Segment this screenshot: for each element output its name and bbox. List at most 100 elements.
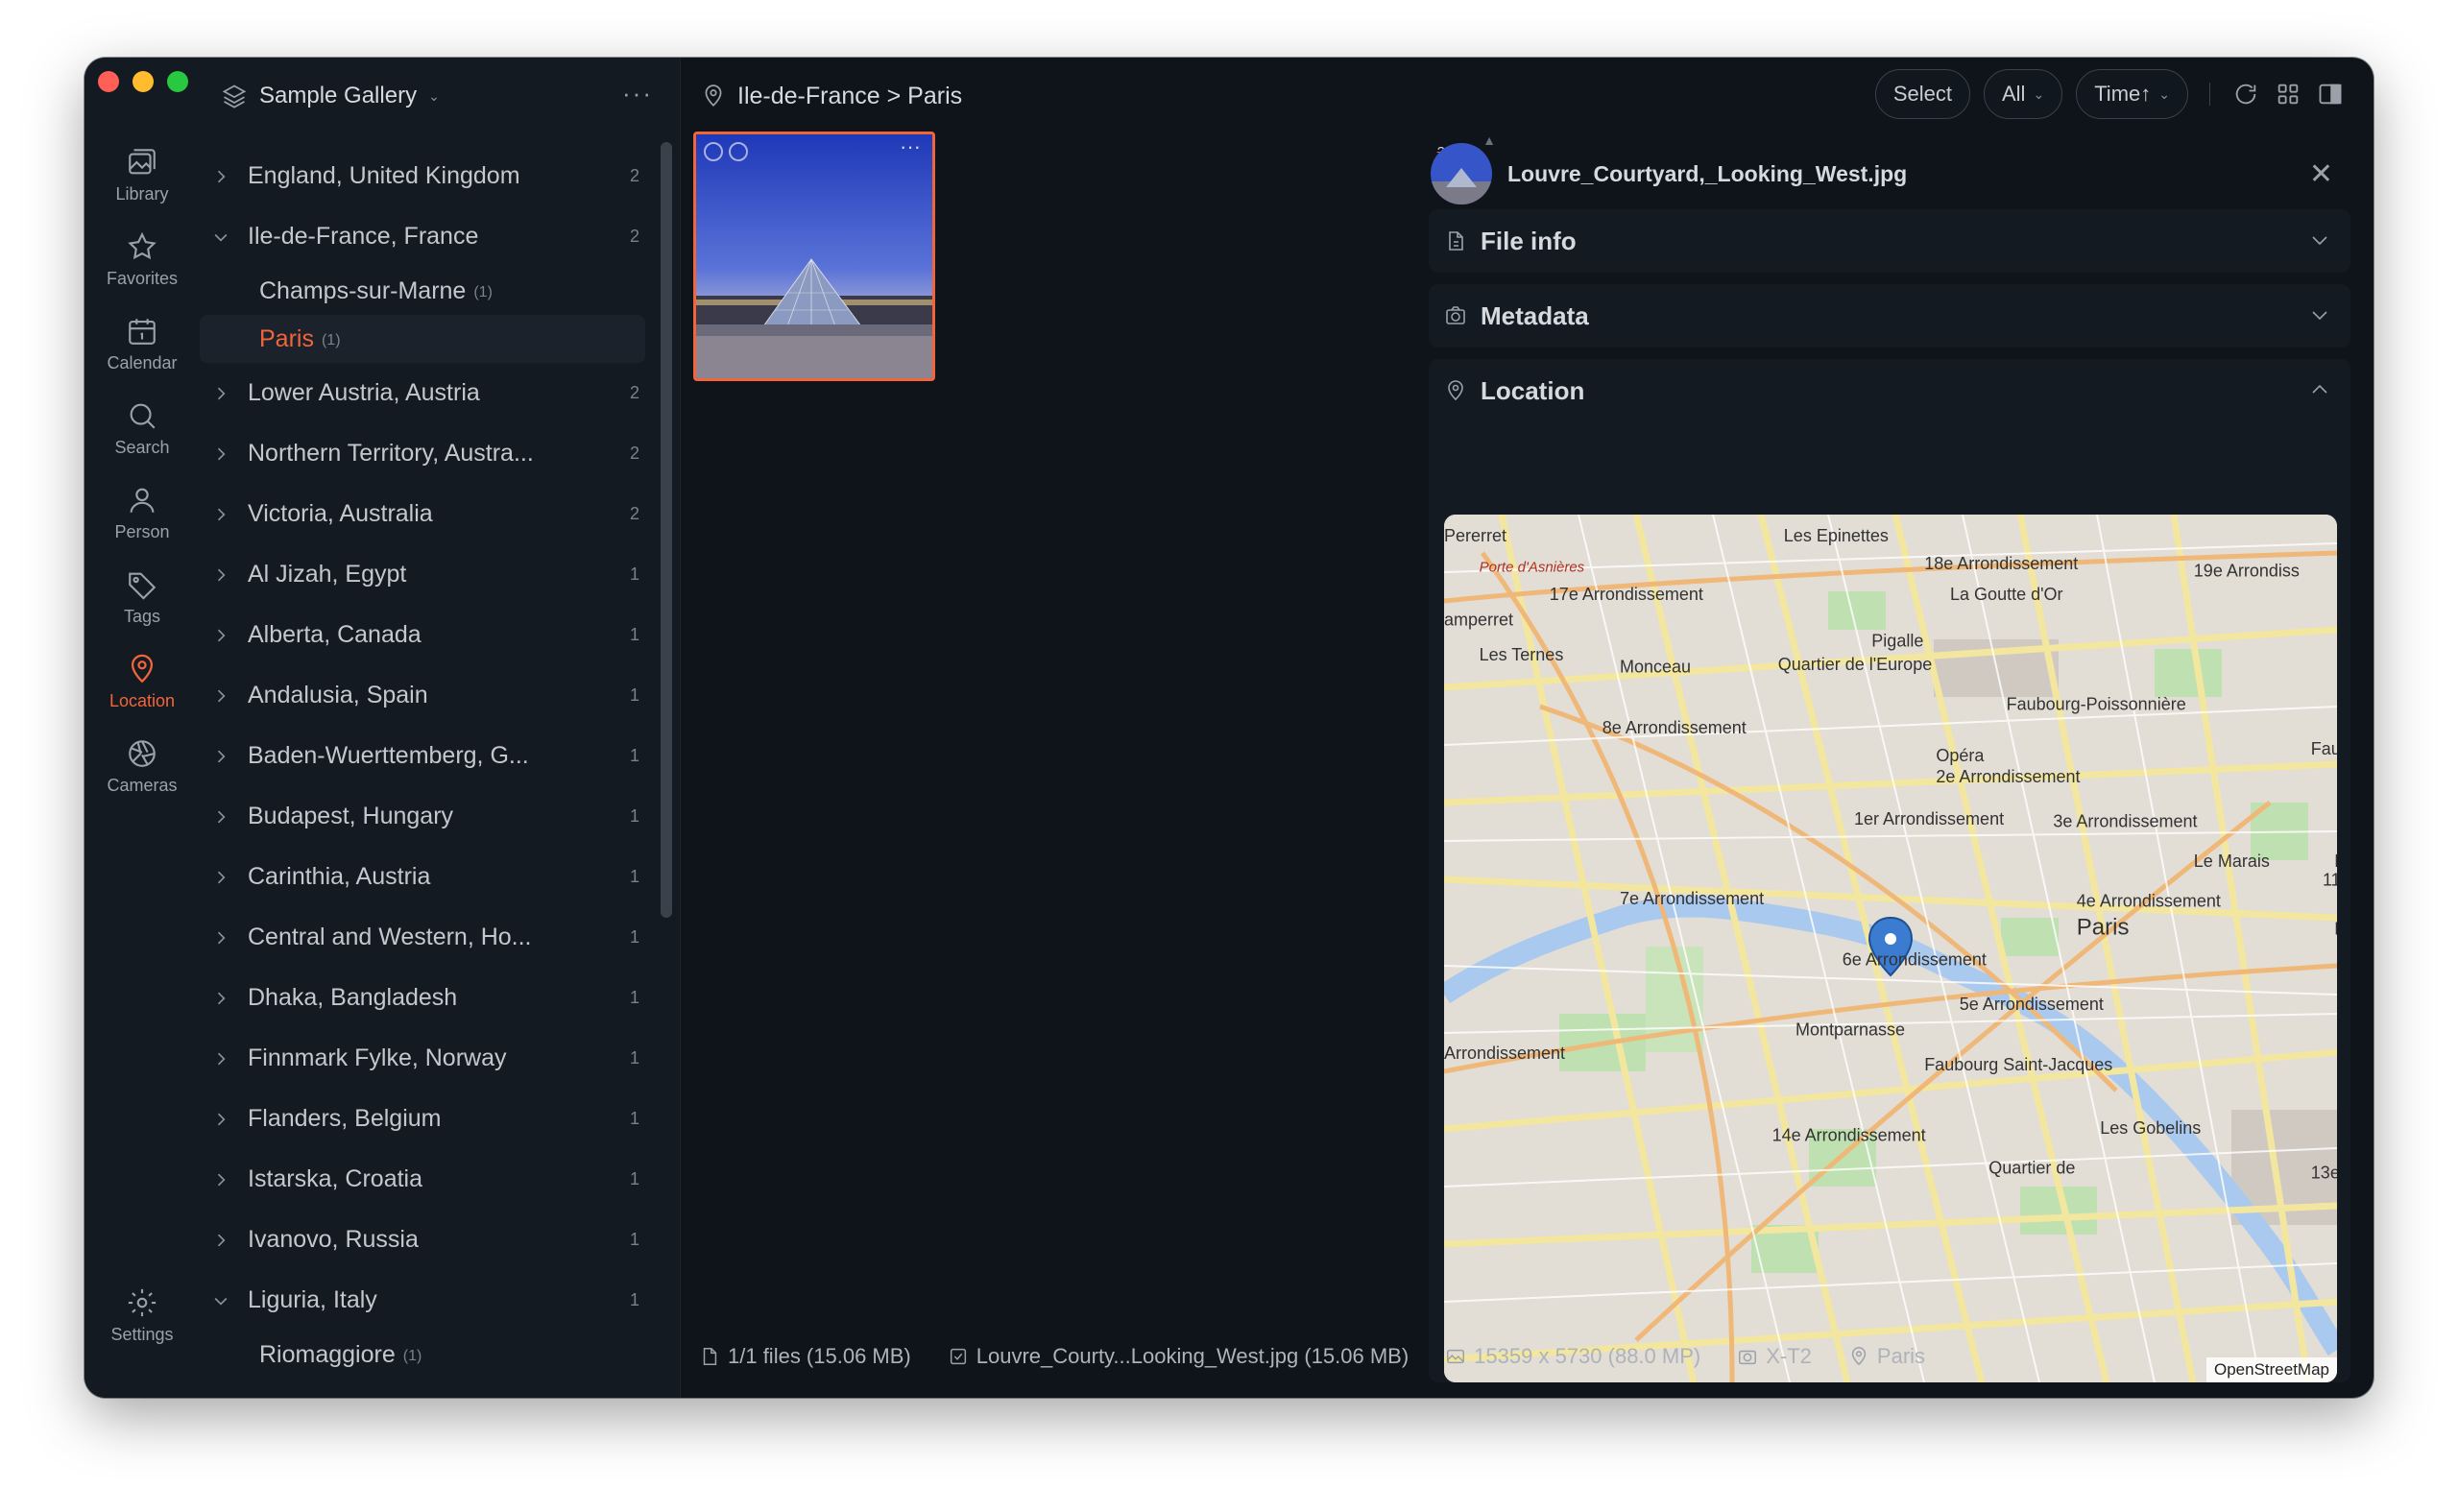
- map-label: 14e Arrondissement: [1772, 1125, 1926, 1144]
- rail-item-favorites[interactable]: Favorites: [84, 221, 200, 298]
- section-location-header[interactable]: Location: [1429, 359, 1584, 422]
- tree-row-label: Lower Austria, Austria: [248, 379, 480, 406]
- section-metadata[interactable]: Metadata: [1429, 284, 2350, 348]
- chevron-right-icon[interactable]: [211, 384, 240, 403]
- rail-item-settings[interactable]: Settings: [84, 1277, 200, 1354]
- close-window-button[interactable]: [98, 71, 119, 92]
- chevron-right-icon[interactable]: [211, 747, 240, 766]
- chevron-down-icon[interactable]: [211, 1291, 240, 1310]
- tree-row-count: 2: [629, 166, 639, 185]
- tree-row[interactable]: Istarska, Croatia 1: [200, 1149, 661, 1210]
- rail-label: Calendar: [107, 352, 178, 372]
- tree-row[interactable]: Northern Territory, Austra... 2: [200, 423, 661, 484]
- map-label: La Goutte d'Or: [1950, 585, 2063, 604]
- tree-row[interactable]: Victoria, Australia 2: [200, 484, 661, 544]
- tree-row[interactable]: Liguria, Italy 1: [200, 1270, 661, 1331]
- chevron-right-icon[interactable]: [211, 1049, 240, 1068]
- map-attribution[interactable]: OpenStreetMap: [2205, 1357, 2337, 1382]
- rail-item-cameras[interactable]: Cameras: [84, 728, 200, 804]
- section-title: File info: [1481, 226, 1577, 255]
- tree-subitem[interactable]: Riomaggiore (1): [200, 1331, 645, 1379]
- thumbnail-more-button[interactable]: ···: [900, 134, 921, 159]
- gallery-switcher[interactable]: Sample Gallery ⌄: [221, 77, 440, 115]
- tree-row-label: Central and Western, Ho...: [248, 924, 532, 950]
- tree-row[interactable]: England, United Kingdom 2: [200, 146, 661, 206]
- rail-item-calendar[interactable]: Calendar: [84, 305, 200, 382]
- rail-item-tags[interactable]: Tags: [84, 559, 200, 636]
- person-icon: [130, 488, 155, 513]
- tree-row[interactable]: Dhaka, Bangladesh 1: [200, 968, 661, 1028]
- louvre-pyramid-image: [696, 134, 932, 378]
- chevron-right-icon[interactable]: [211, 989, 240, 1008]
- refresh-button[interactable]: [2231, 80, 2260, 108]
- gallery-more-button[interactable]: ···: [622, 79, 653, 108]
- camera-icon: [1446, 306, 1465, 324]
- map-label: Faubourg-Poissonnière: [2007, 694, 2186, 713]
- toggle-info-panel-button[interactable]: [2316, 80, 2345, 108]
- map-tiles: Les Epinettes Porte d'Asnières 18e Arrondi…: [1444, 515, 2337, 1382]
- chevron-right-icon[interactable]: [211, 686, 240, 706]
- photo-thumbnail[interactable]: ···: [693, 132, 935, 381]
- filter-dropdown[interactable]: All ⌄: [1984, 69, 2063, 119]
- chevron-up-icon[interactable]: [2308, 378, 2331, 406]
- tree-row[interactable]: Andalusia, Spain 1: [200, 665, 661, 726]
- status-camera-text: X-T2: [1766, 1344, 1812, 1368]
- tree-row[interactable]: Finnmark Fylke, Norway 1: [200, 1028, 661, 1089]
- map-label: 1er Arrondissement: [1854, 809, 2004, 828]
- chevron-down-icon[interactable]: [211, 228, 240, 247]
- sort-dropdown[interactable]: Time↑ ⌄: [2076, 69, 2188, 119]
- location-map[interactable]: Les Epinettes Porte d'Asnières 18e Arrondi…: [1444, 515, 2337, 1382]
- zoom-window-button[interactable]: [167, 71, 188, 92]
- select-button[interactable]: Select: [1874, 69, 1970, 119]
- map-label: Les Ternes: [1480, 645, 1564, 664]
- close-info-button[interactable]: ✕: [2309, 157, 2333, 191]
- status-place-text: Paris: [1876, 1344, 1926, 1368]
- rail-item-location[interactable]: Location: [84, 643, 200, 720]
- tree-row[interactable]: Ivanovo, Russia 1: [200, 1210, 661, 1270]
- rail-item-person[interactable]: Person: [84, 474, 200, 551]
- tree-row[interactable]: Ile-de-France, France 2: [200, 206, 661, 267]
- chevron-right-icon[interactable]: [211, 928, 240, 948]
- map-label: Opéra: [1936, 746, 1985, 765]
- chevron-right-icon[interactable]: [211, 565, 240, 585]
- chevron-right-icon[interactable]: [211, 444, 240, 464]
- tree-scrollbar[interactable]: [661, 142, 672, 918]
- tree-subitem[interactable]: Paris (1): [200, 315, 645, 363]
- status-files-text: 1/1 files (15.06 MB): [728, 1344, 911, 1368]
- chevron-right-icon[interactable]: [211, 167, 240, 186]
- chevron-right-icon[interactable]: [211, 868, 240, 887]
- chevron-right-icon[interactable]: [211, 505, 240, 524]
- tree-row[interactable]: Baden-Wuerttemberg, G... 1: [200, 726, 661, 786]
- map-label: 7e Arrondissement: [1620, 889, 1764, 908]
- chevron-right-icon[interactable]: [211, 1110, 240, 1129]
- chevron-right-icon[interactable]: [211, 1170, 240, 1189]
- status-selected-text: Louvre_Courty...Looking_West.jpg (15.06 …: [976, 1344, 1410, 1368]
- section-file-info[interactable]: File info: [1429, 209, 2350, 273]
- tree-row[interactable]: Flanders, Belgium 1: [200, 1089, 661, 1149]
- tree-subitem-count: (1): [473, 284, 493, 300]
- tree-row[interactable]: Central and Western, Ho... 1: [200, 907, 661, 968]
- chevron-right-icon[interactable]: [211, 807, 240, 827]
- chevron-right-icon[interactable]: [211, 626, 240, 645]
- tree-subitem[interactable]: Champs-sur-Marne (1): [200, 267, 645, 315]
- rail-label: Search: [114, 437, 170, 457]
- minimize-window-button[interactable]: [133, 71, 154, 92]
- rail-item-library[interactable]: Library: [84, 136, 200, 213]
- tree-row[interactable]: Carinthia, Austria 1: [200, 847, 661, 907]
- map-label: Porte d'Asnières: [1480, 559, 1585, 575]
- map-label: 11e Arrondissem: [2323, 870, 2337, 889]
- location-icon: [1851, 1347, 1867, 1366]
- grid-view-button[interactable]: [2274, 80, 2302, 108]
- rail-item-search[interactable]: Search: [84, 390, 200, 467]
- tree-row[interactable]: Al Jizah, Egypt 1: [200, 544, 661, 605]
- map-label: Montparnasse: [1795, 1020, 1905, 1040]
- chevron-right-icon[interactable]: [211, 1231, 240, 1250]
- tree-row-count: 1: [629, 685, 639, 705]
- tree-row[interactable]: Lower Austria, Austria 2: [200, 363, 661, 423]
- tree-row-count: 1: [629, 1048, 639, 1068]
- toolbar-actions: Select All ⌄ Time↑ ⌄: [1874, 69, 2345, 119]
- status-bar: 1/1 files (15.06 MB) Louvre_Courty...Loo…: [699, 1344, 1925, 1369]
- tree-row[interactable]: Alberta, Canada 1: [200, 605, 661, 665]
- tree-row[interactable]: Budapest, Hungary 1: [200, 786, 661, 847]
- status-dimensions-text: 15359 x 5730 (88.0 MP): [1474, 1344, 1701, 1368]
